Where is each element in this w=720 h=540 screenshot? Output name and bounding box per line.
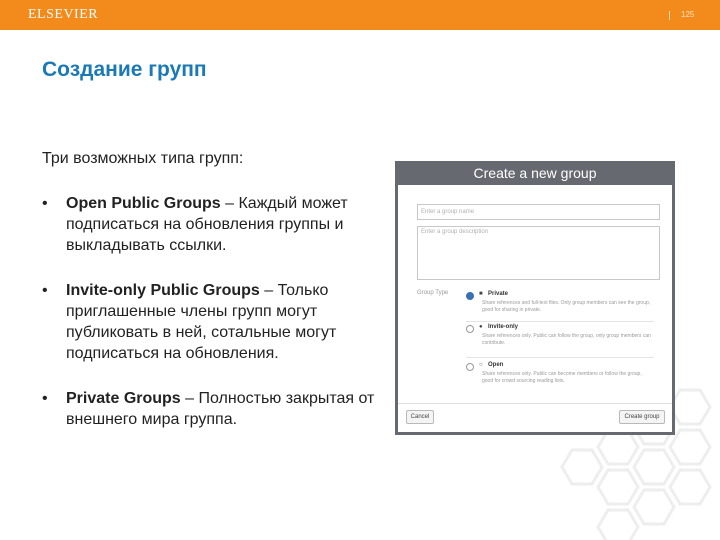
option-divider (466, 321, 654, 322)
create-group-button[interactable]: Create group (619, 410, 665, 424)
option-label: Invite-only (488, 324, 519, 330)
dialog-footer-divider (398, 403, 672, 404)
page-number: 125 (681, 10, 695, 19)
header-separator (669, 11, 670, 20)
radio-private[interactable] (466, 292, 474, 300)
bullet-dot: • (42, 390, 48, 407)
option-description: Share references only. Public can become… (482, 371, 642, 384)
create-group-dialog: Create a new group Enter a group name En… (395, 161, 675, 435)
bullet-bold: Private Groups (66, 390, 181, 407)
group-type-label: Group Type (417, 290, 449, 296)
bullet-dot: • (42, 195, 48, 212)
cancel-button[interactable]: Cancel (406, 410, 434, 424)
radio-invite-only[interactable] (466, 325, 474, 333)
option-description: Share references and full-text files. On… (482, 300, 651, 313)
group-name-input[interactable]: Enter a group name (417, 204, 660, 220)
bullet-text: Private Groups – Полностью закрытая от в… (66, 388, 388, 430)
slide-intro: Три возможных типа групп: (42, 150, 244, 167)
group-description-input[interactable]: Enter a group description (417, 226, 660, 280)
globe-icon: ○ (479, 362, 483, 368)
bullet-text: Invite-only Public Groups – Только пригл… (66, 280, 388, 364)
dialog-body: Enter a group name Enter a group descrip… (398, 185, 672, 432)
option-description: Share references only. Public can follow… (482, 333, 651, 346)
lock-icon: ■ (479, 291, 483, 297)
option-label: Open (488, 362, 504, 368)
top-bar: ELSEVIER 125 (0, 0, 720, 30)
bullet-text: Open Public Groups – Каждый может подпис… (66, 193, 388, 256)
bullet-dot: • (42, 282, 48, 299)
radio-open[interactable] (466, 363, 474, 371)
people-icon: ● (479, 324, 483, 330)
bullet-bold: Invite-only Public Groups (66, 282, 260, 299)
dialog-title: Create a new group (473, 165, 597, 181)
elsevier-logo: ELSEVIER (28, 7, 99, 22)
slide-title: Создание групп (42, 58, 207, 81)
bullet-bold: Open Public Groups (66, 195, 221, 212)
option-label: Private (488, 291, 509, 297)
option-divider (466, 357, 654, 358)
